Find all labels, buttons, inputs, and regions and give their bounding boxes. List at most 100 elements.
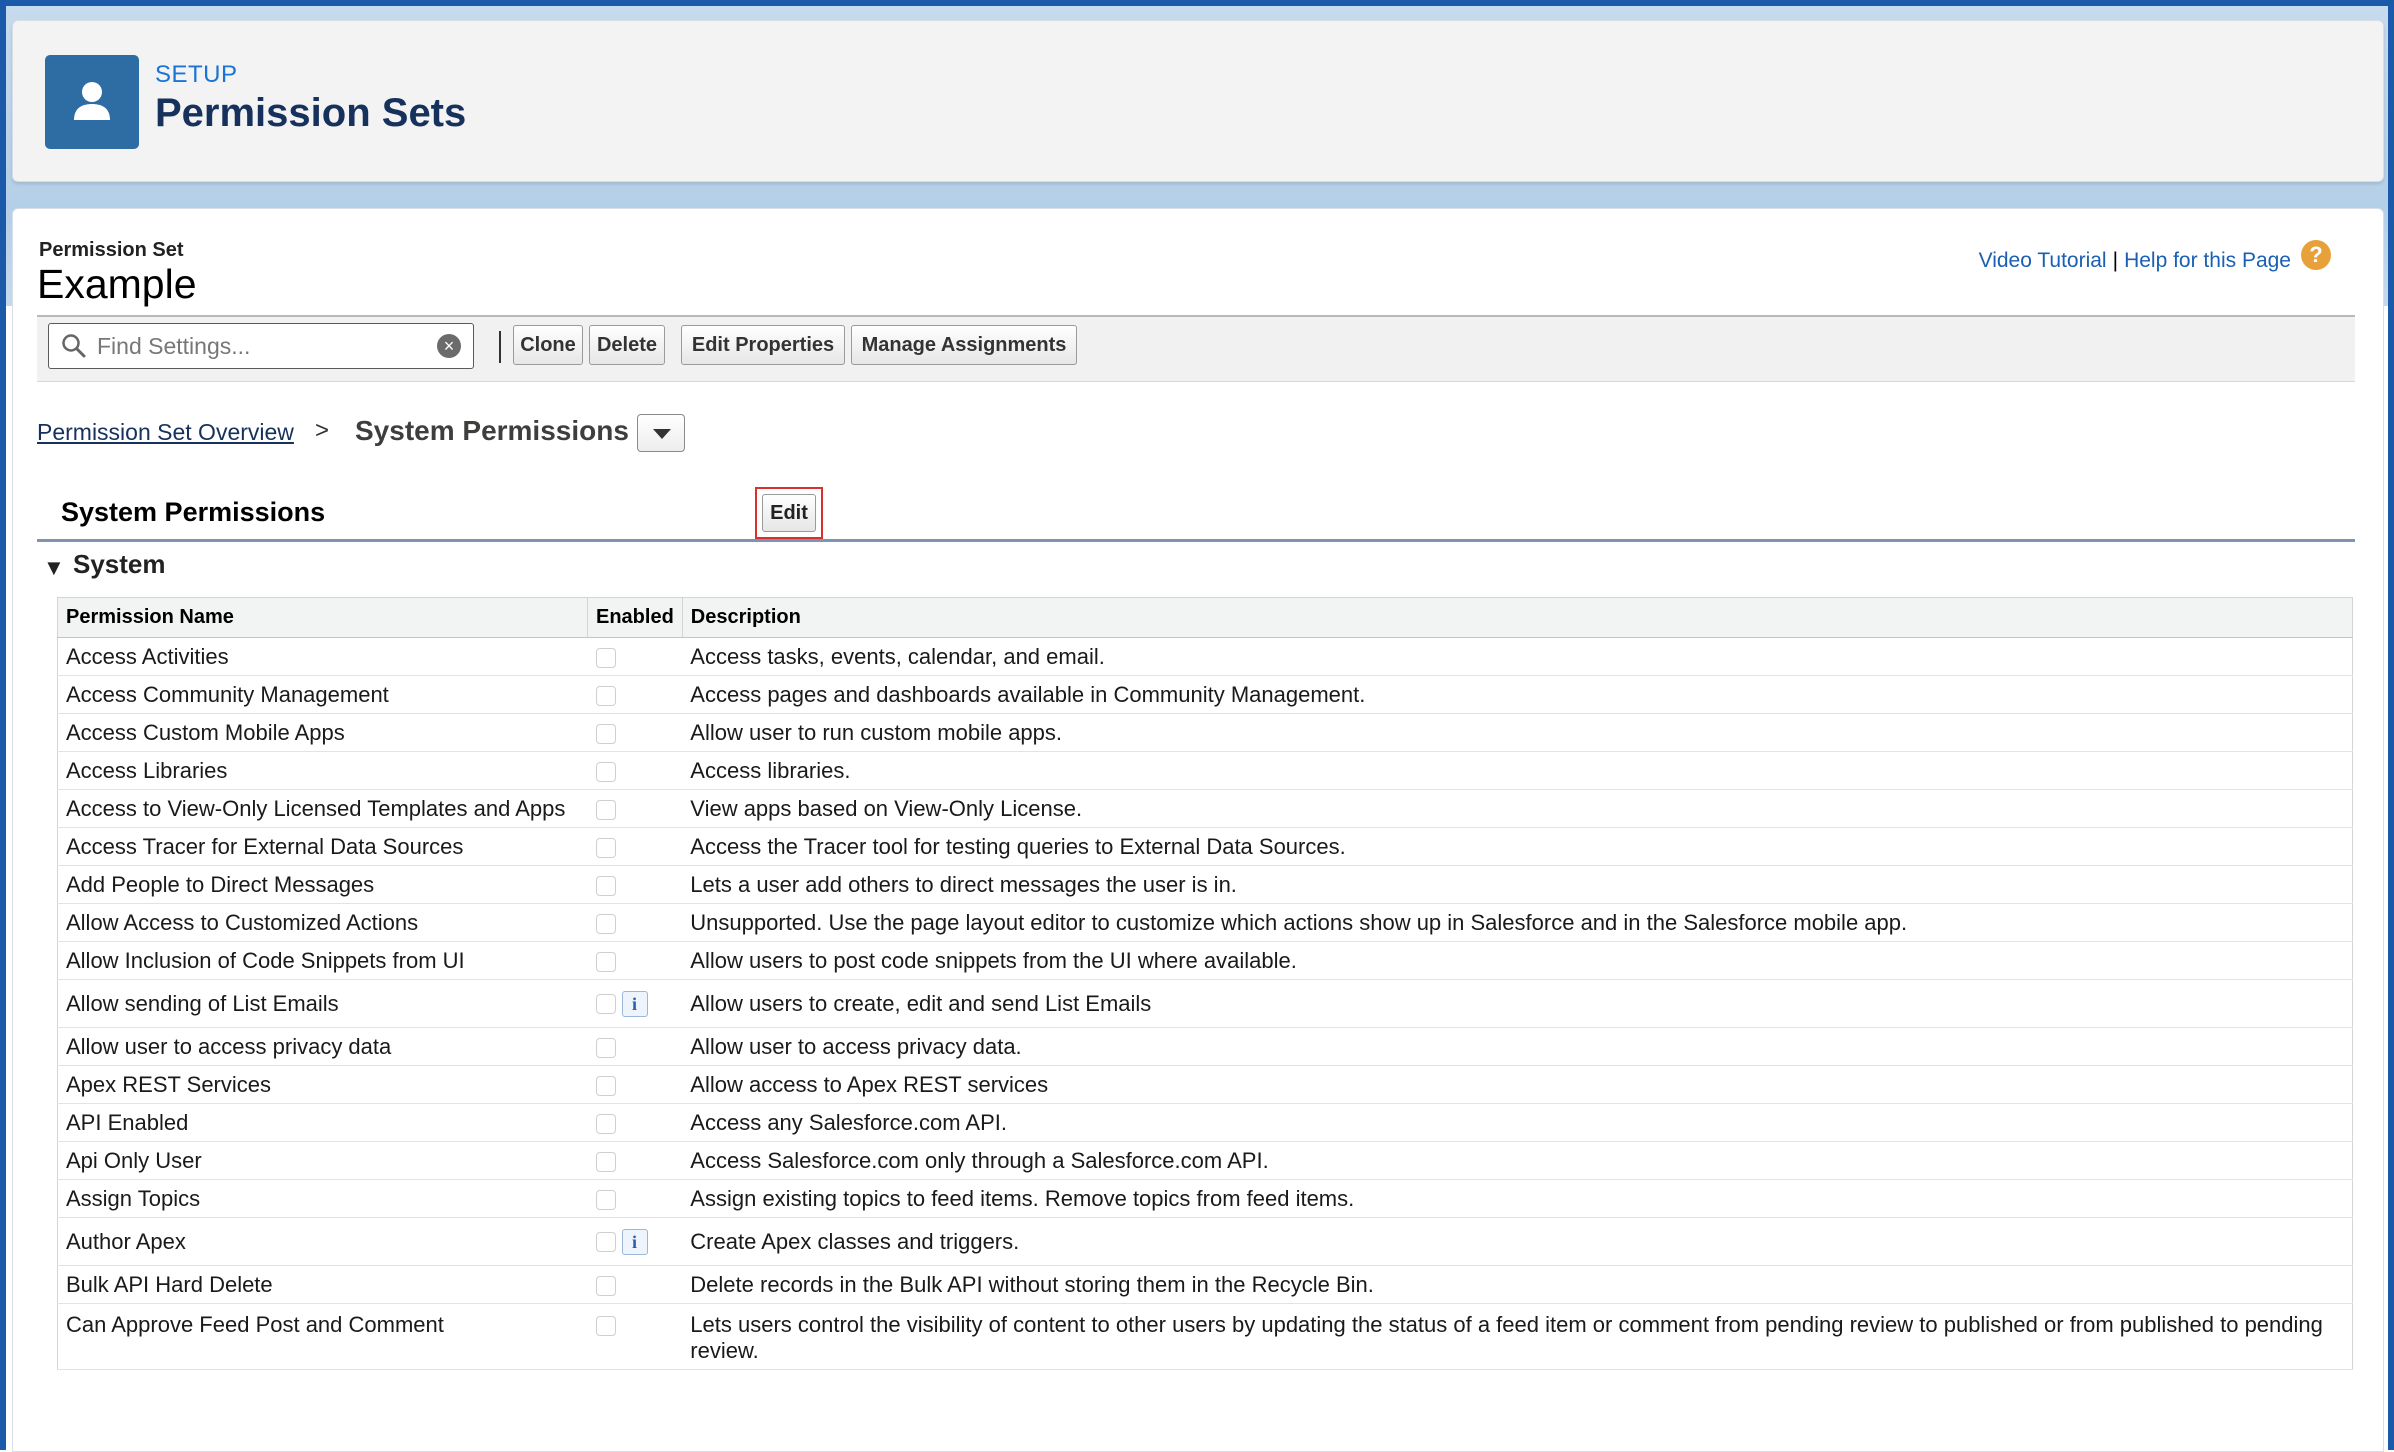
edit-button[interactable]: Edit — [762, 494, 816, 532]
table-row: Access Tracer for External Data Sources A… — [57, 827, 2353, 866]
table-row: Access to View-Only Licensed Templates a… — [57, 789, 2353, 828]
permission-description: Unsupported. Use the page layout editor … — [682, 903, 2353, 942]
find-settings-box: × — [48, 323, 474, 369]
permission-name: Add People to Direct Messages — [57, 865, 588, 904]
info-icon[interactable]: i — [621, 991, 648, 1018]
permission-name: Access Community Management — [57, 675, 588, 714]
permission-description: Access Salesforce.com only through a Sal… — [682, 1141, 2353, 1180]
search-icon — [62, 334, 86, 358]
record-name: Example — [37, 261, 197, 307]
enabled-checkbox[interactable] — [595, 1316, 616, 1337]
permission-description: Access libraries. — [682, 751, 2353, 790]
breadcrumb-current: System Permissions — [355, 415, 629, 446]
enabled-checkbox[interactable] — [595, 1075, 616, 1096]
enabled-checkbox[interactable] — [595, 994, 616, 1015]
enabled-checkbox[interactable] — [595, 875, 616, 896]
permission-description: Assign existing topics to feed items. Re… — [682, 1179, 2353, 1218]
table-row: Access Activities Access tasks, events, c… — [57, 637, 2353, 676]
group-title: System — [73, 549, 166, 579]
breadcrumb-separator: > — [315, 417, 330, 444]
permission-name: API Enabled — [57, 1103, 588, 1142]
section-dropdown-button[interactable] — [637, 414, 685, 452]
table-row: Access Custom Mobile Apps Allow user to r… — [57, 713, 2353, 752]
permission-description: Access any Salesforce.com API. — [682, 1103, 2353, 1142]
table-row: Api Only User Access Salesforce.com only … — [57, 1141, 2353, 1180]
enabled-checkbox[interactable] — [595, 951, 616, 972]
enabled-cell — [587, 827, 683, 866]
permissions-table: Permission Name Enabled Description Acce… — [57, 597, 2353, 1370]
enabled-checkbox[interactable] — [595, 723, 616, 744]
table-row: Assign Topics Assign existing topics to f… — [57, 1179, 2353, 1218]
column-header-enabled: Enabled — [587, 597, 683, 638]
permission-name: Can Approve Feed Post and Comment — [57, 1303, 588, 1370]
permission-description: Access tasks, events, calendar, and emai… — [682, 637, 2353, 676]
enabled-checkbox[interactable] — [595, 1232, 616, 1253]
enabled-checkbox[interactable] — [595, 1189, 616, 1210]
enabled-checkbox[interactable] — [595, 1275, 616, 1296]
manage-assignments-button[interactable]: Manage Assignments — [851, 325, 1077, 365]
info-icon[interactable]: i — [621, 1229, 648, 1256]
clear-search-icon[interactable]: × — [437, 334, 461, 358]
permission-description: Create Apex classes and triggers. — [682, 1217, 2353, 1266]
enabled-cell: i — [587, 979, 683, 1028]
table-row: Access Libraries Access libraries. — [57, 751, 2353, 790]
table-row: Author Apex i Create Apex classes and trig… — [57, 1217, 2353, 1266]
permission-description: Allow user to run custom mobile apps. — [682, 713, 2353, 752]
table-row: Access Community Management Access pages … — [57, 675, 2353, 714]
table-row: Bulk API Hard Delete Delete records in th… — [57, 1265, 2353, 1304]
help-page-link[interactable]: Help for this Page — [2124, 249, 2291, 273]
enabled-checkbox[interactable] — [595, 647, 616, 668]
table-row: Allow sending of List Emails i Allow users… — [57, 979, 2353, 1028]
delete-button[interactable]: Delete — [589, 325, 665, 365]
enabled-cell — [587, 1303, 683, 1370]
enabled-checkbox[interactable] — [595, 685, 616, 706]
permission-name: Access Custom Mobile Apps — [57, 713, 588, 752]
enabled-checkbox[interactable] — [595, 913, 616, 934]
enabled-cell — [587, 1265, 683, 1304]
table-row: API Enabled Access any Salesforce.com API… — [57, 1103, 2353, 1142]
breadcrumb-overview-link[interactable]: Permission Set Overview — [37, 419, 294, 446]
permission-name: Access Libraries — [57, 751, 588, 790]
enabled-cell — [587, 1103, 683, 1142]
help-icon[interactable]: ? — [2301, 240, 2331, 270]
enabled-cell — [587, 637, 683, 676]
find-settings-input[interactable] — [95, 330, 419, 362]
edit-button-highlight: Edit — [755, 487, 823, 539]
enabled-checkbox[interactable] — [595, 1113, 616, 1134]
permission-description: Allow users to create, edit and send Lis… — [682, 979, 2353, 1028]
enabled-cell — [587, 675, 683, 714]
enabled-cell — [587, 1179, 683, 1218]
clone-button[interactable]: Clone — [513, 325, 583, 365]
enabled-checkbox[interactable] — [595, 1037, 616, 1058]
permission-description: Access pages and dashboards available in… — [682, 675, 2353, 714]
enabled-cell — [587, 865, 683, 904]
video-tutorial-link[interactable]: Video Tutorial — [1979, 249, 2107, 273]
enabled-checkbox[interactable] — [595, 1151, 616, 1172]
permission-name: Access Activities — [57, 637, 588, 676]
permission-name: Allow user to access privacy data — [57, 1027, 588, 1066]
permission-name: Bulk API Hard Delete — [57, 1265, 588, 1304]
enabled-cell — [587, 789, 683, 828]
permission-description: Lets users control the visibility of con… — [682, 1303, 2353, 1370]
section-title: System Permissions — [61, 497, 326, 527]
help-separator: | — [2112, 249, 2119, 272]
permission-name: Allow sending of List Emails — [57, 979, 588, 1028]
enabled-cell — [587, 1141, 683, 1180]
permission-description: Delete records in the Bulk API without s… — [682, 1265, 2353, 1304]
permission-name: Api Only User — [57, 1141, 588, 1180]
enabled-checkbox[interactable] — [595, 799, 616, 820]
permission-name: Access to View-Only Licensed Templates a… — [57, 789, 588, 828]
enabled-checkbox[interactable] — [595, 761, 616, 782]
enabled-checkbox[interactable] — [595, 837, 616, 858]
collapse-triangle-icon[interactable]: ▼ — [43, 555, 65, 581]
enabled-cell — [587, 713, 683, 752]
enabled-cell — [587, 903, 683, 942]
enabled-cell: i — [587, 1217, 683, 1266]
toolbar-divider — [499, 331, 501, 363]
column-header-permission-name: Permission Name — [57, 597, 588, 638]
edit-properties-button[interactable]: Edit Properties — [681, 325, 845, 365]
setup-label: SETUP — [155, 61, 238, 88]
enabled-cell — [587, 1027, 683, 1066]
enabled-cell — [587, 941, 683, 980]
permissions-table-body: Access Activities Access tasks, events, c… — [57, 637, 2353, 1370]
